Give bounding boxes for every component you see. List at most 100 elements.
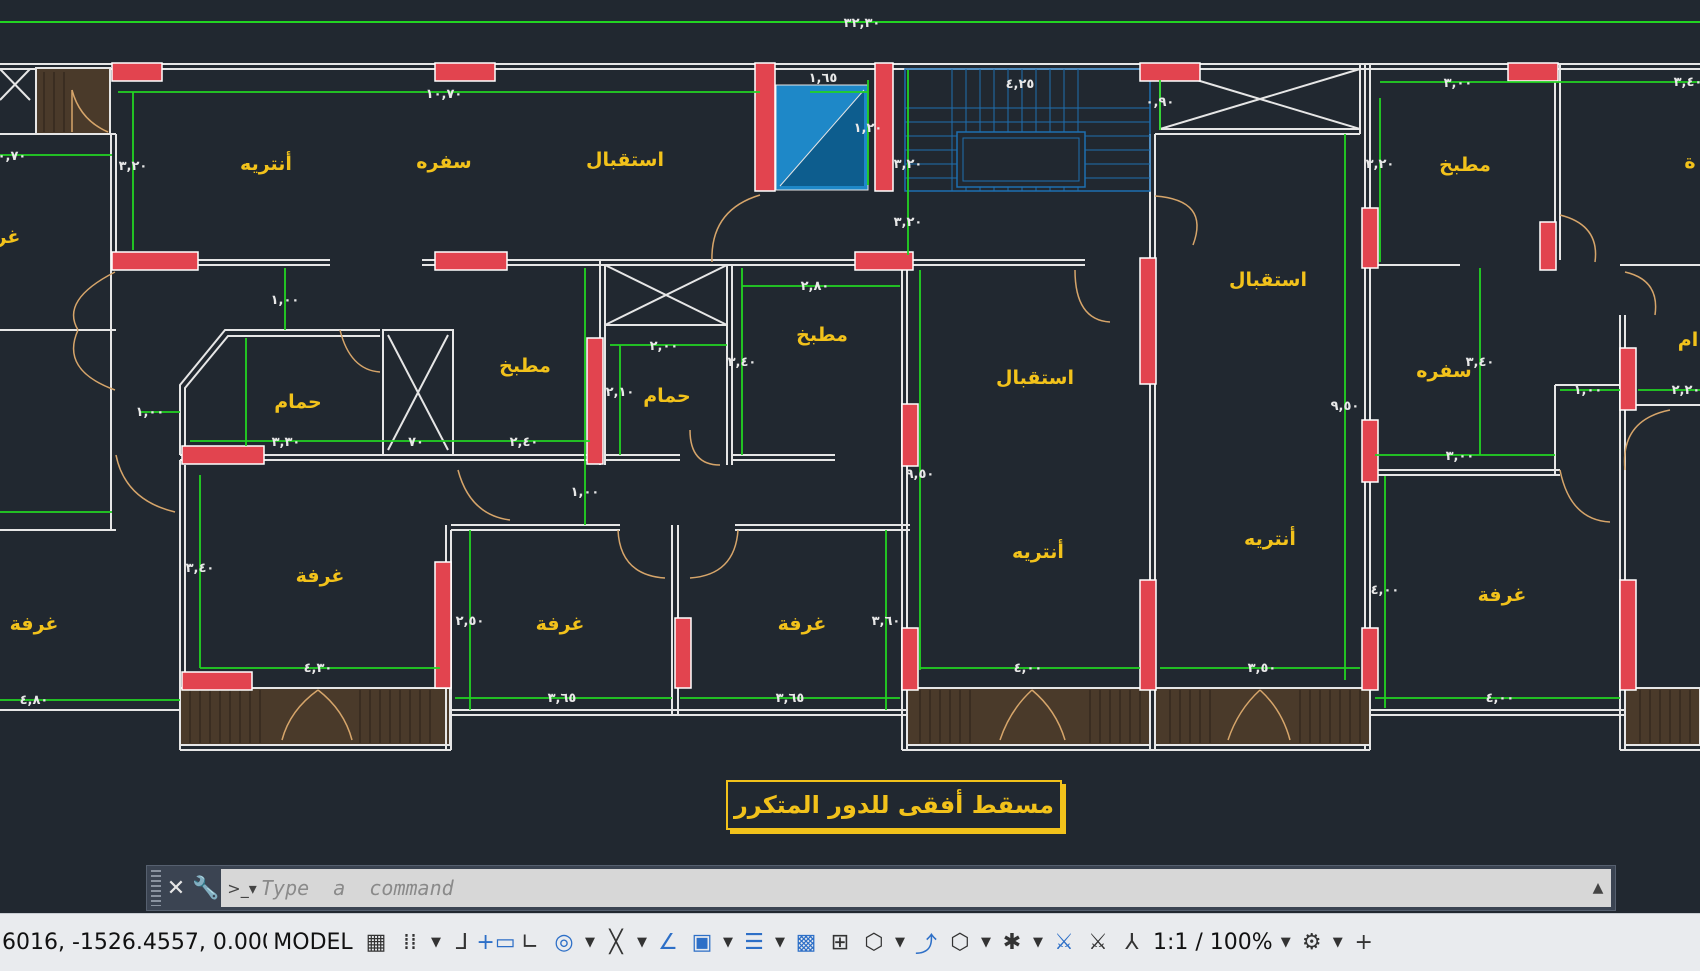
- dimension-text: ٣,٠٠: [1446, 449, 1475, 464]
- room-label: ة: [1684, 151, 1695, 173]
- chevron-down-icon[interactable]: ▼: [1029, 935, 1047, 950]
- dimension-text: ٣,٦٥: [776, 691, 805, 706]
- dimension-text: ١,٠٠: [136, 405, 165, 420]
- dimension-text: ٣,٢٠: [119, 159, 148, 174]
- dimension-text: ٩,٥٠: [1331, 399, 1360, 414]
- drawing-title: مسقط أفقى للدور المتكرر: [733, 791, 1055, 819]
- command-line-grip[interactable]: [151, 870, 161, 906]
- room-label: حمام: [643, 385, 691, 407]
- ortho-icon[interactable]: ∟: [513, 923, 547, 963]
- annotation-scale-icon[interactable]: ⚔: [1081, 923, 1115, 963]
- chevron-down-icon[interactable]: ▼: [977, 935, 995, 950]
- chevron-down-icon[interactable]: ▼: [719, 935, 737, 950]
- annotation-scale-icon[interactable]: ⅄: [1115, 923, 1149, 963]
- polar-icon[interactable]: ◎: [547, 923, 581, 963]
- dynamic-ucs-icon[interactable]: ⬡: [857, 923, 891, 963]
- workspace-gear-icon[interactable]: ⚙: [1295, 923, 1329, 963]
- staircase: [775, 68, 1151, 192]
- dimension-text: ٣,٤٠: [186, 561, 215, 576]
- dimension-text: ١,٢٠: [854, 121, 883, 136]
- dimension-text: ٣,٦٥: [548, 691, 577, 706]
- chevron-down-icon[interactable]: ▼: [1277, 935, 1295, 950]
- snap-icon[interactable]: ⁞⁞: [393, 923, 427, 963]
- dimension-text: ٢,١٠: [606, 385, 635, 400]
- chevron-down-icon[interactable]: ▼: [891, 935, 909, 950]
- command-prompt-icon[interactable]: >_▾: [225, 873, 259, 903]
- wrench-icon[interactable]: 🔧: [191, 870, 221, 906]
- command-line: ✕ 🔧 >_▾ ▲: [146, 865, 1616, 911]
- dimension-text: ٤,٠٠: [1486, 691, 1515, 706]
- command-input[interactable]: [259, 872, 1585, 904]
- object-track-icon[interactable]: ∠: [651, 923, 685, 963]
- dimension-text: ٣,٢٠: [894, 215, 923, 230]
- chevron-down-icon[interactable]: ▼: [581, 935, 599, 950]
- chevron-down-icon[interactable]: ▼: [427, 935, 445, 950]
- room-label: غرفة: [778, 613, 827, 635]
- status-bar: 6016, -1526.4557, 0.0000 MODEL ▦ ⁞⁞ ▼ ⅃ …: [0, 913, 1700, 971]
- selection-cycling-icon[interactable]: ▩: [789, 923, 823, 963]
- room-label: غرفة: [536, 613, 585, 635]
- dimension-text: ٢,٨٠: [801, 279, 830, 294]
- room-label: سفره: [1416, 360, 1471, 382]
- dimension-text: ٢,٥٠: [456, 614, 485, 629]
- dimension-text: ٣,٠٠: [1444, 76, 1473, 91]
- auto-scale-icon[interactable]: ⚔: [1047, 923, 1081, 963]
- dimension-text: ٣,٥٠: [1248, 661, 1277, 676]
- dimension-text: ٤,٠٠: [1371, 583, 1400, 598]
- drawing-title-box: مسقط أفقى للدور المتكرر: [726, 780, 1062, 830]
- dimension-text: ٣,٤٠: [1674, 75, 1700, 90]
- annotation-visibility-icon[interactable]: ✱: [995, 923, 1029, 963]
- dimension-text: ٣,٤٠: [1466, 355, 1495, 370]
- chevron-down-icon[interactable]: ▼: [771, 935, 789, 950]
- room-label: أنتريه: [1012, 539, 1064, 563]
- gizmo-icon[interactable]: ⬡: [943, 923, 977, 963]
- chevron-down-icon[interactable]: ▼: [1329, 935, 1347, 950]
- lineweight-icon[interactable]: ▣: [685, 923, 719, 963]
- total-dimension: ٣٢,٣٠: [844, 16, 881, 31]
- room-label: غرفة: [296, 565, 345, 587]
- coordinates-readout[interactable]: 6016, -1526.4557, 0.0000: [0, 930, 267, 955]
- dimension-text: ٣,٦٠: [872, 614, 901, 629]
- command-input-area: >_▾ ▲: [221, 869, 1611, 907]
- plus-icon[interactable]: +: [1347, 923, 1381, 963]
- room-label: مطبخ: [499, 355, 551, 377]
- selection-filter-icon[interactable]: ⤴: [909, 923, 943, 963]
- close-icon[interactable]: ✕: [161, 870, 191, 906]
- room-label: غرفة: [1478, 584, 1527, 606]
- floor-plan: ٣٢,٣٠ أنتريه سفره استقبال مطبخ استقبال ح…: [0, 16, 1700, 751]
- dynamic-input-icon[interactable]: +▭: [476, 923, 515, 963]
- drawing-canvas[interactable]: ٣٢,٣٠ أنتريه سفره استقبال مطبخ استقبال ح…: [0, 0, 1700, 913]
- model-space-button[interactable]: MODEL: [267, 930, 359, 955]
- room-label: استقبال: [996, 367, 1074, 389]
- dimension-text: ٧٠: [408, 435, 424, 450]
- dimension-text: ٤,٢٥: [1006, 77, 1035, 92]
- infer-icon[interactable]: ⅃: [445, 923, 479, 963]
- osnap-icon[interactable]: ╳: [599, 923, 633, 963]
- dimension-text: ١,٠٠: [271, 293, 300, 308]
- transparency-icon[interactable]: ☰: [737, 923, 771, 963]
- room-labels: أنتريه سفره استقبال مطبخ استقبال حمام مط…: [0, 149, 1698, 635]
- dimension-text: ٠,٧٠: [0, 149, 26, 164]
- dimension-text: ٩,٥٠: [906, 467, 935, 482]
- dimension-text: ٣,٢٠: [1366, 157, 1395, 172]
- dimension-text: ٢,٤٠: [510, 435, 539, 450]
- dimension-text: ٢,٠٠: [650, 339, 679, 354]
- dimension-text: ٢,٢٠: [1672, 383, 1700, 398]
- chevron-up-icon[interactable]: ▲: [1585, 880, 1611, 896]
- doors: [71, 89, 1671, 741]
- room-label: استقبال: [1229, 269, 1307, 291]
- grid-icon[interactable]: ▦: [359, 923, 393, 963]
- 3d-osnap-icon[interactable]: ⊞: [823, 923, 857, 963]
- room-label: غر: [0, 226, 20, 248]
- room-label: مطبخ: [1439, 154, 1491, 176]
- room-label: أنتريه: [1244, 526, 1296, 550]
- dimension-text: ١,٠٠: [1574, 383, 1603, 398]
- room-label: أنتريه: [240, 151, 292, 175]
- dimension-text: ٣,٢٠: [894, 157, 923, 172]
- room-label: حمام: [274, 391, 322, 413]
- annotation-scale[interactable]: 1:1 / 100%: [1149, 930, 1277, 955]
- dimension-text: ٤,٣٠: [304, 661, 333, 676]
- dimension-text: ١٠,٧٠: [426, 87, 463, 102]
- chevron-down-icon[interactable]: ▼: [633, 935, 651, 950]
- windows: [111, 62, 1637, 691]
